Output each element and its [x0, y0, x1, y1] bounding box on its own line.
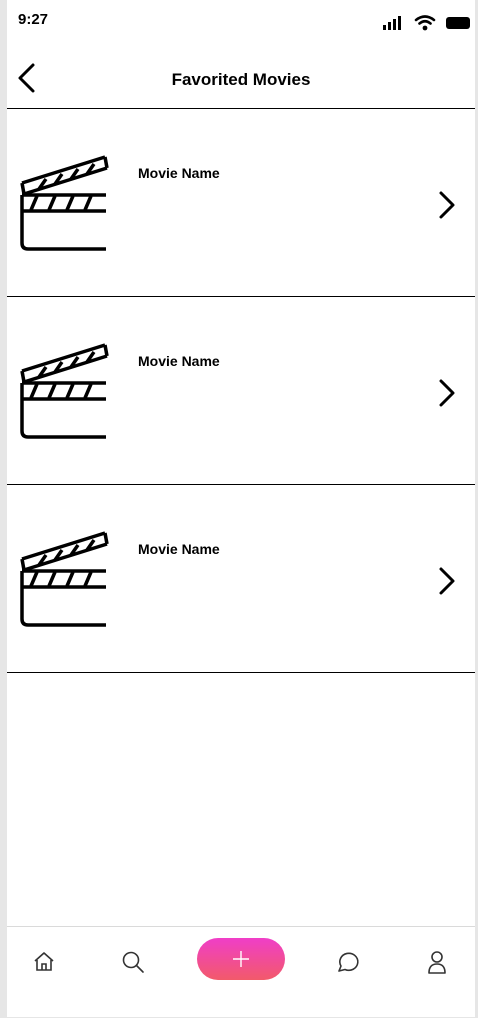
bottom-nav: [7, 926, 475, 1017]
search-icon[interactable]: [120, 949, 146, 975]
movie-list-item[interactable]: Movie Name: [7, 109, 475, 297]
clapperboard-icon: [20, 155, 109, 251]
wifi-icon: [414, 15, 436, 31]
clapperboard-icon: [20, 531, 109, 627]
status-bar: 9:27: [7, 0, 475, 40]
chevron-right-icon: [439, 379, 455, 407]
chevron-right-icon: [439, 567, 455, 595]
home-icon[interactable]: [31, 949, 57, 975]
status-icons: [382, 14, 472, 32]
header: Favorited Movies: [7, 52, 475, 108]
phone-screen: 9:27 Favorited Movies Movie Name Movie N…: [7, 0, 475, 1017]
clapperboard-icon: [20, 343, 109, 439]
chat-icon[interactable]: [335, 949, 361, 975]
status-time: 9:27: [18, 11, 49, 28]
movie-name: Movie Name: [138, 165, 220, 181]
movie-list-item[interactable]: Movie Name: [7, 297, 475, 485]
chevron-right-icon: [439, 191, 455, 219]
add-button[interactable]: [197, 938, 285, 980]
movie-name: Movie Name: [138, 541, 220, 557]
battery-icon: [446, 17, 470, 29]
movie-name: Movie Name: [138, 353, 220, 369]
favorites-list: Movie Name Movie Name Movie Name: [7, 109, 475, 673]
plus-icon: [233, 951, 249, 967]
profile-icon[interactable]: [424, 949, 450, 975]
signal-icon: [383, 16, 401, 30]
page-title: Favorited Movies: [171, 70, 311, 89]
movie-list-item[interactable]: Movie Name: [7, 485, 475, 673]
